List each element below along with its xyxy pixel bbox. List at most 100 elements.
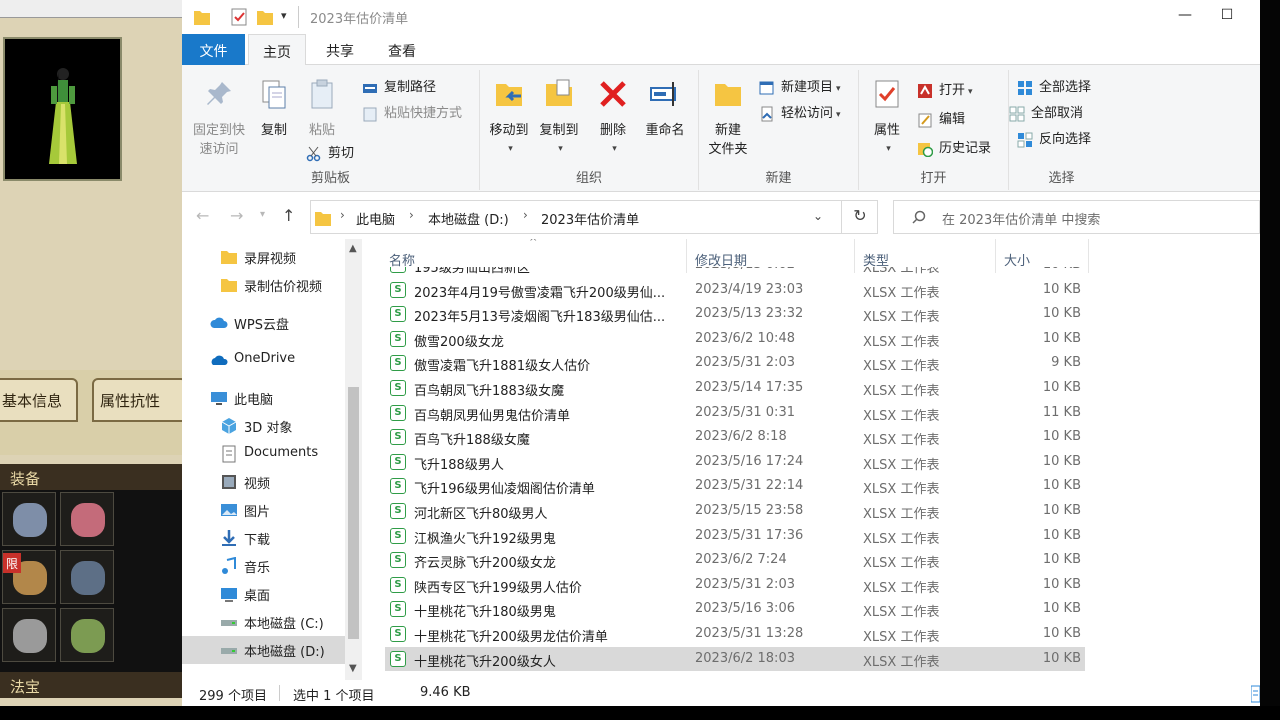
address-dropdown-icon[interactable]: ⌄ — [813, 209, 823, 223]
breadcrumb-drive-d[interactable]: 本地磁盘 (D:) — [428, 209, 509, 228]
nav-item-label: 录制估价视频 — [244, 280, 323, 295]
qat-dropdown-icon[interactable]: ▾ — [281, 9, 287, 22]
scroll-down-icon[interactable]: ▼ — [349, 663, 357, 674]
nav-item[interactable]: 桌面 — [182, 580, 348, 608]
up-arrow-icon[interactable]: ↑ — [282, 206, 295, 225]
tab-home[interactable]: 主页 — [248, 34, 306, 66]
nav-item[interactable]: 本地磁盘 (C:) — [182, 608, 348, 636]
delete-button[interactable]: 删除 ▾ — [596, 78, 630, 159]
nav-item[interactable]: 此电脑 — [182, 384, 348, 412]
nav-item[interactable]: 视频 — [182, 468, 348, 496]
history-button[interactable]: 历史记录 — [917, 138, 991, 160]
paste-button[interactable]: 粘贴 — [304, 78, 340, 140]
recent-locations-chevron-icon[interactable]: ▾ — [260, 209, 265, 220]
nav-item[interactable]: Documents — [182, 440, 348, 468]
equip-slot[interactable] — [60, 550, 114, 604]
nav-scrollbar[interactable]: ▲ ▼ — [345, 239, 362, 680]
nav-item[interactable]: 3D 对象 — [182, 412, 348, 440]
scroll-up-icon[interactable]: ▲ — [349, 243, 357, 254]
address-bar[interactable]: › 此电脑 › 本地磁盘 (D:) › 2023年估价清单 ⌄ — [310, 200, 878, 234]
file-row[interactable]: S 河北新区飞升80级男人 2023/5/15 23:58 XLSX 工作表 10 KB — [385, 499, 1085, 523]
copy-to-button[interactable]: 复制到 ▾ — [536, 78, 582, 159]
breadcrumb-this-pc[interactable]: 此电脑 — [356, 209, 395, 228]
edit-button[interactable]: 编辑 — [917, 109, 965, 131]
equip-slot[interactable] — [2, 608, 56, 662]
delete-icon — [600, 81, 626, 107]
properties-check-icon[interactable] — [230, 7, 248, 27]
file-name: 195级男仙山西新区 — [414, 267, 530, 276]
select-group: 全部选择 全部取消 反向选择 选择 — [1009, 70, 1114, 190]
nav-item[interactable]: 下载 — [182, 524, 348, 552]
file-row[interactable]: S 十里桃花飞升200级女人 2023/6/2 18:03 XLSX 工作表 10 KB — [385, 646, 1085, 671]
minimize-button[interactable]: — — [1162, 4, 1208, 30]
tab-file[interactable]: 文件 — [182, 34, 245, 65]
spreadsheet-file-icon: S — [390, 601, 406, 618]
new-item-button[interactable]: 新建项目 ▾ — [759, 77, 841, 99]
pin-quick-access-button[interactable]: 固定到快 速访问 — [188, 78, 250, 159]
paste-shortcut-button[interactable]: 粘贴快捷方式 — [362, 103, 462, 125]
invert-selection-button[interactable]: 反向选择 — [1017, 129, 1091, 151]
file-row[interactable]: S 傲雪200级女龙 2023/6/2 10:48 XLSX 工作表 10 KB — [385, 327, 1085, 351]
nav-item[interactable]: 音乐 — [182, 552, 348, 580]
file-row[interactable]: S 十里桃花飞升200级男龙估价清单 2023/5/31 13:28 XLSX 工作表… — [385, 622, 1085, 646]
file-row[interactable]: S 十里桃花飞升180级男鬼 2023/5/16 3:06 XLSX 工作表 10 KB — [385, 597, 1085, 621]
file-row[interactable]: S 陕西专区飞升199级男人估价 2023/5/31 2:03 XLSX 工作表 10 … — [385, 573, 1085, 597]
new-folder-icon[interactable] — [256, 7, 274, 27]
file-row[interactable]: S 百鸟朝凤男仙男鬼估价清单 2023/5/31 0:31 XLSX 工作表 11 KB — [385, 401, 1085, 425]
maximize-button[interactable]: ☐ — [1204, 4, 1250, 30]
easy-access-button[interactable]: 轻松访问 ▾ — [759, 103, 841, 125]
folder-icon — [315, 212, 331, 226]
tab-attributes[interactable]: 属性抗性 — [92, 378, 182, 422]
select-none-button[interactable]: 全部取消 — [1009, 103, 1083, 125]
forward-arrow-icon[interactable]: → — [230, 206, 243, 225]
open-button[interactable]: 打开 ▾ — [917, 80, 973, 102]
copy-to-icon — [546, 79, 572, 106]
file-row[interactable]: S 百鸟飞升188级女魔 2023/6/2 8:18 XLSX 工作表 10 KB — [385, 425, 1085, 449]
nav-item[interactable]: 本地磁盘 (D:) — [182, 636, 348, 664]
details-view-icon[interactable] — [1251, 684, 1260, 704]
file-row[interactable]: S 195级男仙山西新区 2023/5/13 0:02 XLSX 工作表 10 KB — [385, 267, 1085, 277]
nav-item[interactable]: 录屏视频 — [182, 243, 348, 271]
equip-slot[interactable] — [60, 608, 114, 662]
copy-button[interactable]: 复制 — [256, 78, 292, 140]
search-input[interactable]: 在 2023年估价清单 中搜索 — [893, 200, 1260, 234]
tab-basic-info[interactable]: 基本信息 — [0, 378, 78, 422]
file-size: 10 KB — [1042, 330, 1081, 346]
file-row[interactable]: S 飞升196级男仙凌烟阁估价清单 2023/5/31 22:14 XLSX 工作表 1… — [385, 474, 1085, 498]
computer-icon — [211, 392, 227, 405]
equip-slot[interactable] — [2, 492, 56, 546]
copy-path-button[interactable]: 复制路径 — [362, 77, 436, 99]
nav-item[interactable]: WPS云盘 — [182, 309, 348, 337]
document-icon — [222, 445, 236, 463]
refresh-button[interactable]: ↻ — [841, 200, 878, 234]
nav-item[interactable]: 录制估价视频 — [182, 271, 348, 299]
open-group: 属性 ▾ 打开 ▾ 编辑 历史记录 打开 — [859, 70, 1009, 190]
nav-item[interactable]: 图片 — [182, 496, 348, 524]
select-all-button[interactable]: 全部选择 — [1017, 77, 1091, 99]
new-folder-button[interactable]: 新建 文件夹 — [705, 78, 751, 159]
file-row[interactable]: S 2023年4月19号傲雪凌霜飞升200级男仙... 2023/4/19 23:0… — [385, 278, 1085, 302]
easy-access-icon — [761, 106, 773, 122]
file-row[interactable]: S 百鸟朝凤飞升1883级女魔 2023/5/14 17:35 XLSX 工作表 10 … — [385, 376, 1085, 400]
file-row[interactable]: S 傲雪凌霜飞升1881级女人估价 2023/5/31 2:03 XLSX 工作表 9 … — [385, 351, 1085, 375]
equip-slot[interactable] — [60, 492, 114, 546]
breadcrumb-separator-icon: › — [523, 208, 528, 222]
file-row[interactable]: S 江枫渔火飞升192级男鬼 2023/5/31 17:36 XLSX 工作表 10 K… — [385, 524, 1085, 548]
rename-button[interactable]: 重命名 — [640, 78, 690, 140]
nav-item[interactable]: OneDrive — [182, 346, 348, 374]
tab-view[interactable]: 查看 — [374, 34, 430, 65]
nav-scrollbar-thumb[interactable] — [348, 387, 359, 639]
new-item-icon — [759, 81, 774, 95]
file-row[interactable]: S 飞升188级男人 2023/5/16 17:24 XLSX 工作表 10 KB — [385, 450, 1085, 474]
address-row: ← → ▾ ↑ › 此电脑 › 本地磁盘 (D:) › 2023年估价清单 ⌄ … — [182, 193, 1260, 239]
breadcrumb-current-folder[interactable]: 2023年估价清单 — [541, 209, 639, 228]
tab-share[interactable]: 共享 — [312, 34, 368, 65]
file-row[interactable]: S 齐云灵脉飞升200级女龙 2023/6/2 7:24 XLSX 工作表 10 KB — [385, 548, 1085, 572]
move-to-button[interactable]: 移动到 ▾ — [486, 78, 532, 159]
open-app-icon — [918, 84, 932, 98]
cut-button[interactable]: 剪切 — [306, 143, 354, 165]
file-row[interactable]: S 2023年5月13号凌烟阁飞升183级男仙估... 2023/5/13 23:3… — [385, 302, 1085, 326]
back-arrow-icon[interactable]: ← — [196, 206, 209, 225]
properties-button[interactable]: 属性 ▾ — [869, 78, 905, 159]
folder-icon[interactable] — [193, 7, 211, 27]
